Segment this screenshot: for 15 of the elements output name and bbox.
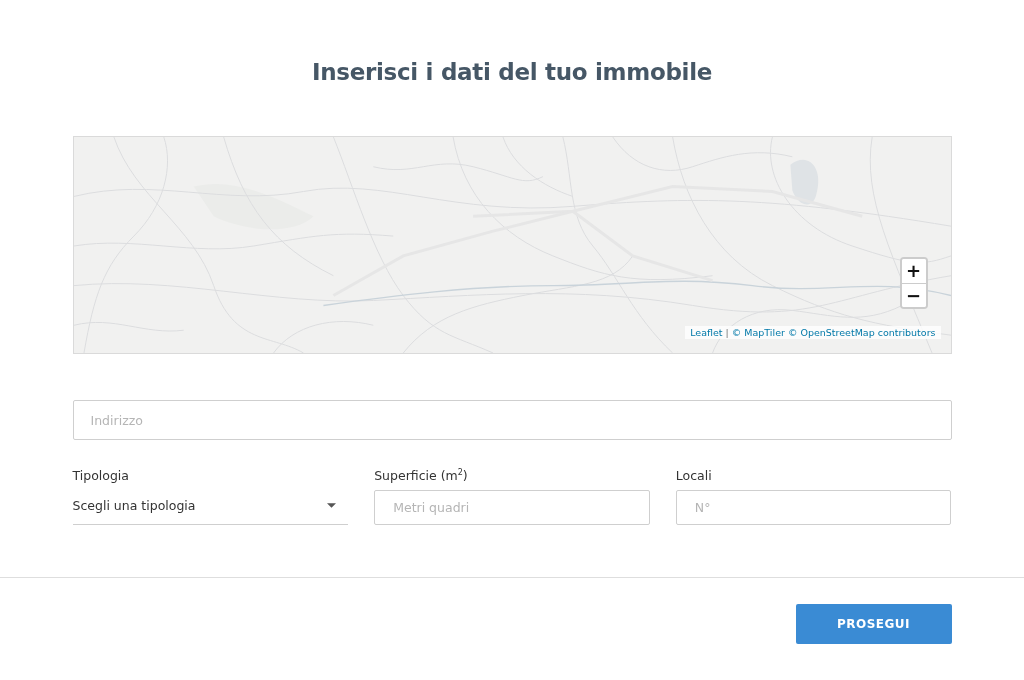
- attribution-link[interactable]: Leaflet: [690, 327, 723, 338]
- attribution-separator: |: [725, 327, 729, 338]
- field-label: Superficie (m$^{2}$): [374, 468, 468, 484]
- input-field[interactable]: Metri quadri: [374, 490, 650, 525]
- zoom-out-button[interactable]: −: [901, 283, 926, 307]
- page-title: Inserisci i dati del tuo immobile: [311, 58, 713, 87]
- attribution-link[interactable]: © MapTiler: [731, 327, 785, 338]
- select-field[interactable]: Scegli una tipologia: [72, 490, 349, 525]
- field-label: Tipologia: [72, 468, 129, 484]
- field-label: Locali: [675, 468, 712, 484]
- input-field[interactable]: N°: [675, 490, 952, 525]
- caret-icon: [327, 503, 337, 508]
- attribution-link[interactable]: © OpenStreetMap contributors: [787, 327, 936, 338]
- address-field[interactable]: Indirizzo: [72, 400, 952, 440]
- continue-button[interactable]: PROSEGUI: [795, 604, 952, 644]
